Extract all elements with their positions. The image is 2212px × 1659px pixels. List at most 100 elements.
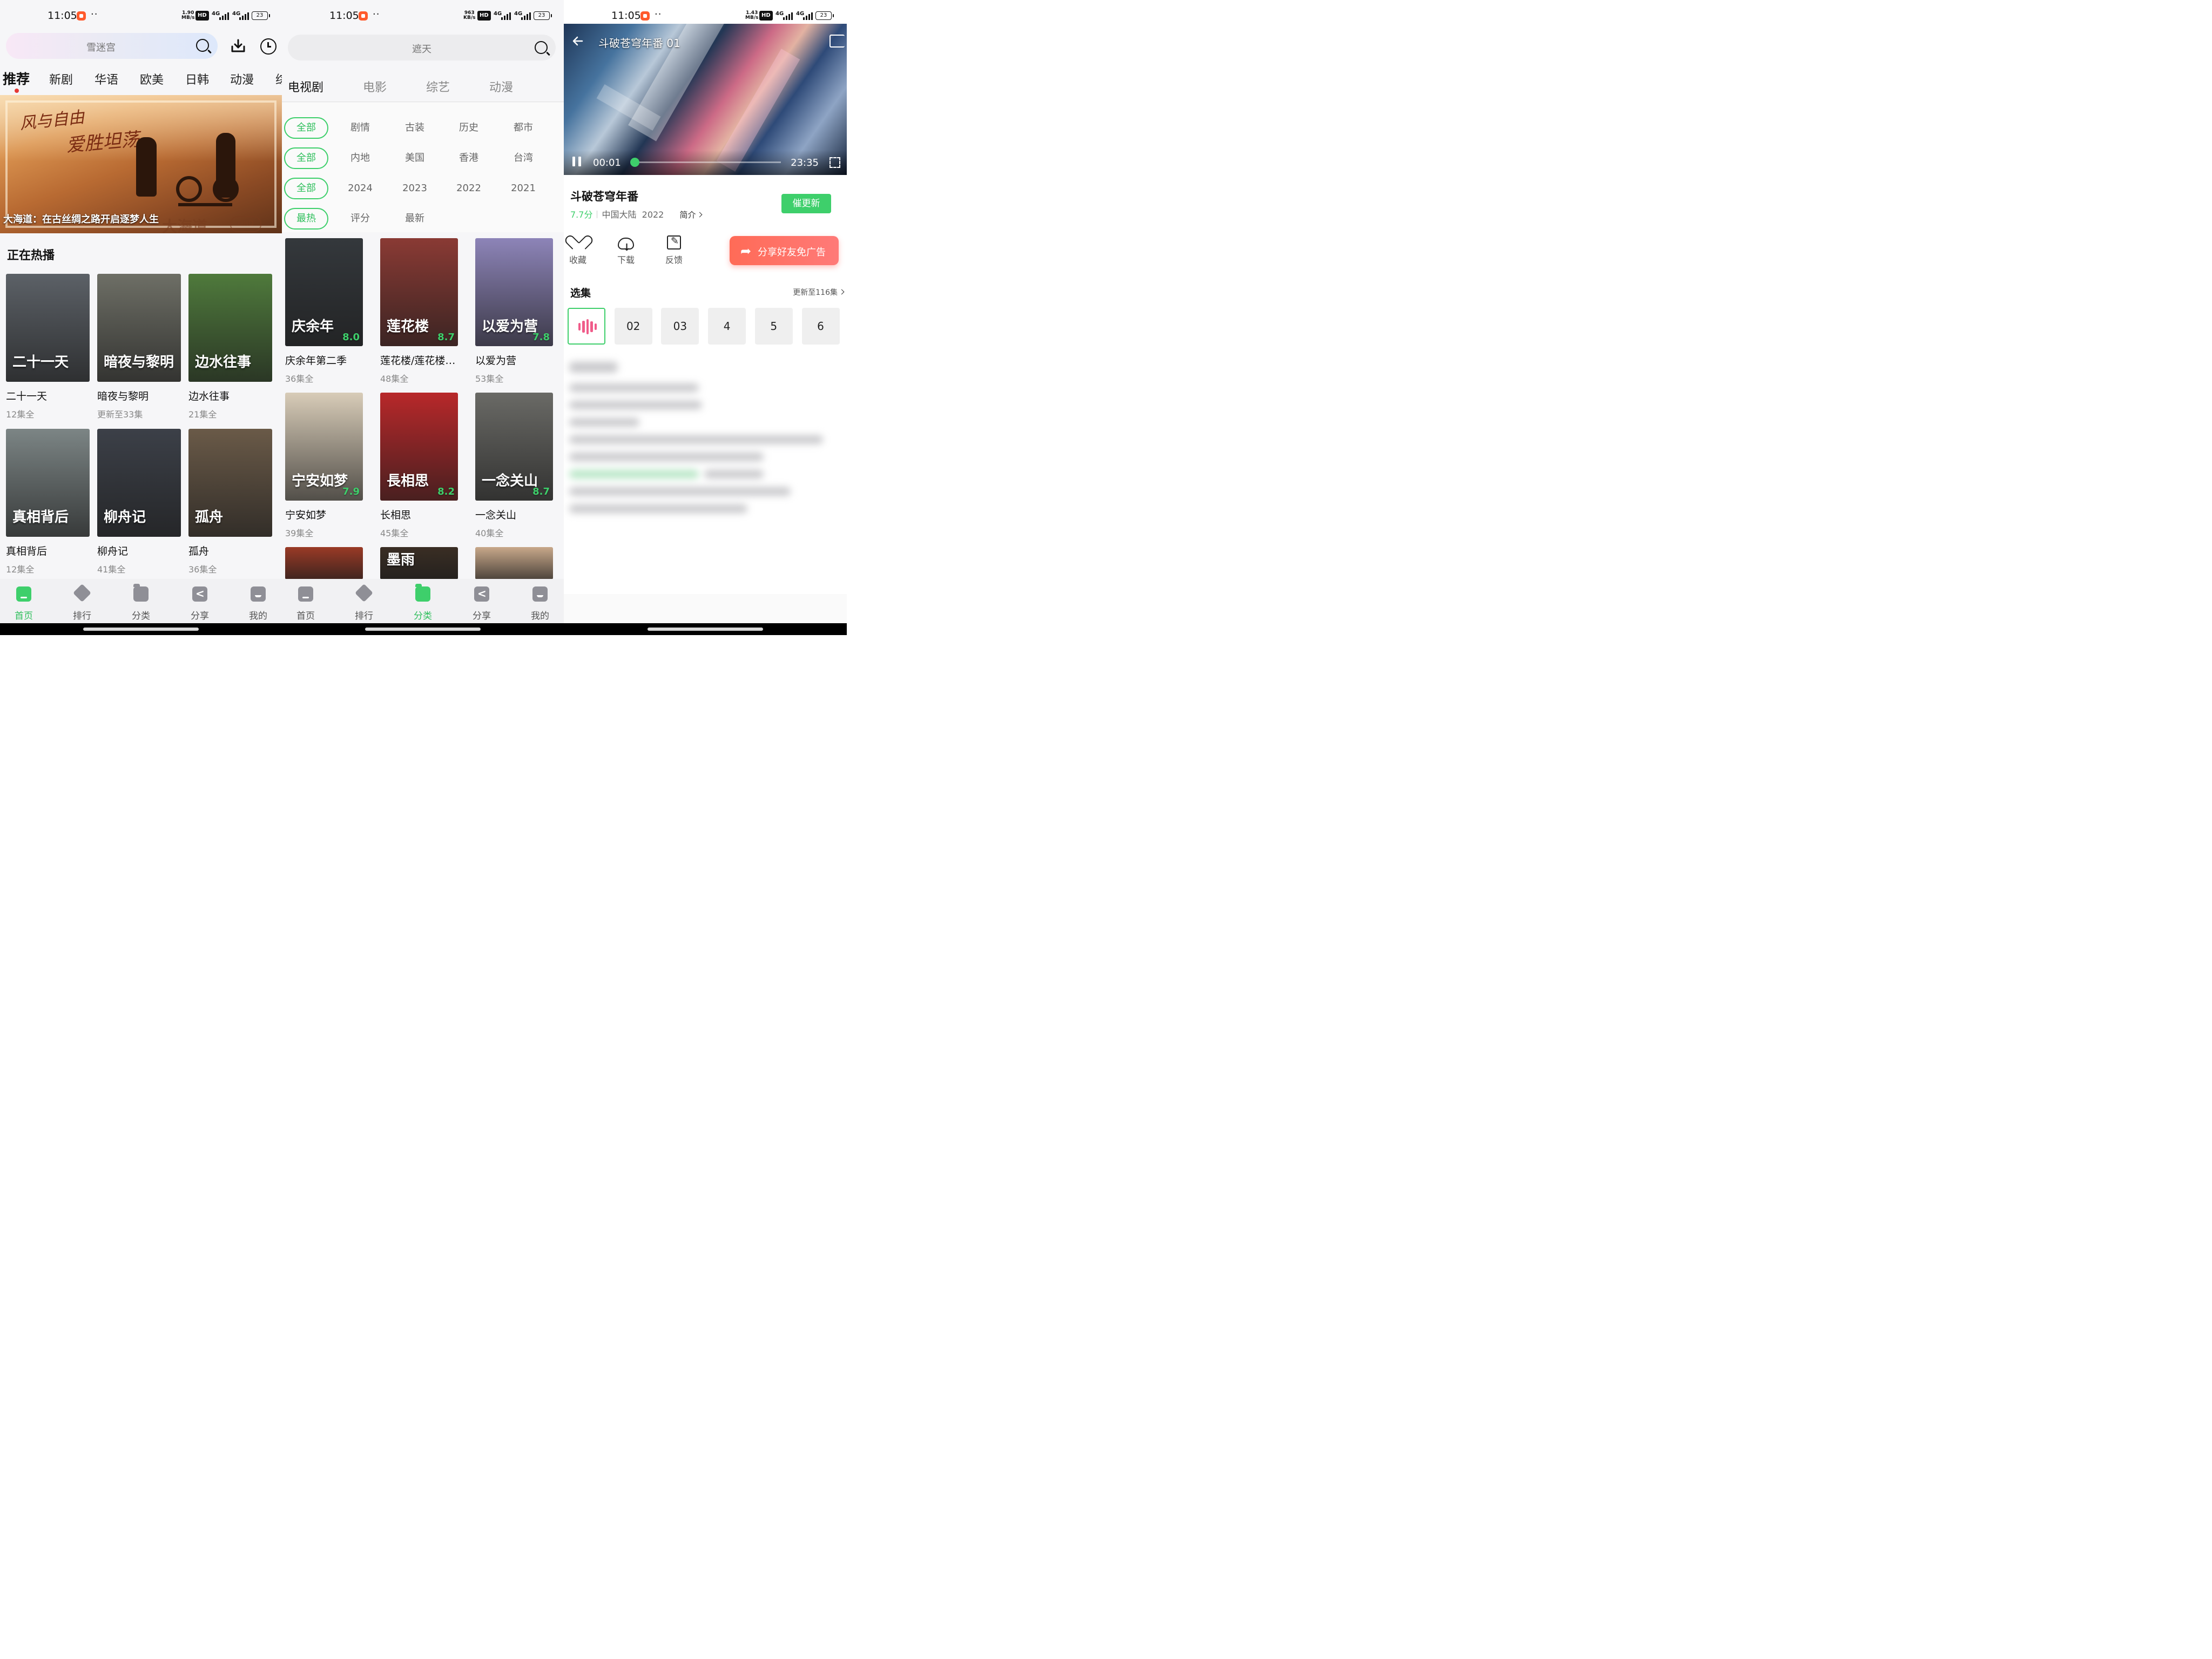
- tab-anime[interactable]: 动漫: [489, 78, 513, 95]
- media-card[interactable]: 庆余年 8.0 庆余年第二季 36集全: [285, 238, 363, 385]
- filter-chip[interactable]: 香港: [447, 147, 491, 169]
- history-clock-icon[interactable]: [260, 38, 276, 55]
- chevron-right-icon: [697, 212, 703, 218]
- card-title: 长相思: [380, 509, 412, 521]
- filter-chip[interactable]: 全部: [284, 147, 328, 169]
- episode-button[interactable]: 02: [614, 308, 652, 345]
- media-card[interactable]: 墨雨: [380, 547, 458, 579]
- urge-update-button[interactable]: 催更新: [781, 194, 831, 213]
- media-card[interactable]: [285, 547, 363, 579]
- fullscreen-icon[interactable]: [830, 157, 840, 168]
- filter-chip[interactable]: 历史: [447, 117, 491, 139]
- tab-western[interactable]: 欧美: [140, 70, 164, 87]
- filter-chip[interactable]: 古装: [393, 117, 437, 139]
- nav-share[interactable]: 分享: [460, 579, 503, 623]
- media-card[interactable]: [475, 547, 553, 579]
- filter-chip[interactable]: 最新: [393, 208, 437, 230]
- media-card[interactable]: 以爱为营 7.8 以爱为营 53集全: [475, 238, 553, 385]
- search-icon[interactable]: [535, 41, 548, 54]
- seek-bar[interactable]: [630, 158, 781, 167]
- nav-home[interactable]: 首页: [284, 579, 327, 623]
- tab-new[interactable]: 新剧: [49, 70, 73, 87]
- poster-image: 真相背后: [6, 429, 90, 537]
- gesture-bar: [282, 623, 564, 635]
- filter-chip[interactable]: 评分: [338, 208, 382, 230]
- signal-bars-icon: [239, 11, 249, 20]
- intro-link[interactable]: 简介: [679, 210, 703, 220]
- media-card[interactable]: 莲花楼 8.7 莲花楼/莲花楼演… 48集全: [380, 238, 458, 385]
- tab-tv-series[interactable]: 电视剧: [288, 78, 323, 95]
- tab-jp-kr[interactable]: 日韩: [185, 70, 209, 87]
- media-card[interactable]: 柳舟记 柳舟记 41集全: [97, 429, 181, 575]
- poster-art-title: 宁安如梦: [292, 473, 348, 489]
- poster-image: 以爱为营 7.8: [475, 238, 553, 346]
- filter-chip[interactable]: 2023: [393, 178, 437, 199]
- media-card[interactable]: 二十一天 二十一天 12集全: [6, 274, 90, 420]
- media-card[interactable]: 孤舟 孤舟 36集全: [188, 429, 272, 575]
- filter-chip[interactable]: 2022: [447, 178, 491, 199]
- media-card[interactable]: 一念关山 8.7 一念关山 40集全: [475, 393, 553, 539]
- filter-chip[interactable]: 最热: [284, 208, 328, 230]
- card-episode-status: 41集全: [97, 564, 126, 575]
- profile-icon: [251, 586, 266, 602]
- detail-screen: 11:05 ·· 1.43 MB/s HD 4G 4G 23 斗破苍穹年番 01 …: [564, 0, 847, 635]
- episode-current[interactable]: [568, 308, 605, 345]
- score-badge: 8.0: [342, 332, 360, 343]
- filter-chip[interactable]: 台湾: [501, 147, 545, 169]
- media-card[interactable]: 边水往事 边水往事 21集全: [188, 274, 272, 420]
- cast-screen-icon[interactable]: [830, 35, 845, 48]
- filter-chip[interactable]: 内地: [338, 147, 382, 169]
- search-bar[interactable]: 雪迷宫: [6, 33, 218, 59]
- download-icon[interactable]: [230, 38, 246, 54]
- filter-chip[interactable]: 剧情: [338, 117, 382, 139]
- episode-button[interactable]: 4: [708, 308, 746, 345]
- nav-rank[interactable]: 排行: [60, 579, 104, 623]
- player-title: 斗破苍穹年番 01: [598, 37, 680, 50]
- media-card[interactable]: 暗夜与黎明 暗夜与黎明 更新至33集: [97, 274, 181, 420]
- section-title-trending: 正在热播: [7, 249, 55, 262]
- filter-chip[interactable]: 2024: [338, 178, 382, 199]
- download-button[interactable]: 下载: [610, 235, 642, 266]
- tab-variety[interactable]: 综艺: [426, 78, 450, 95]
- card-episode-status: 36集全: [188, 564, 217, 575]
- video-player[interactable]: 斗破苍穹年番 01 00:01 23:35: [564, 24, 847, 175]
- episodes-update-link[interactable]: 更新至116集: [793, 287, 845, 298]
- poster-art-title: 二十一天: [12, 354, 69, 370]
- filter-chip[interactable]: 全部: [284, 178, 328, 199]
- media-card[interactable]: 宁安如梦 7.9 宁安如梦 39集全: [285, 393, 363, 539]
- media-card[interactable]: 長相思 8.2 长相思 45集全: [380, 393, 458, 539]
- featured-banner[interactable]: 风与自由 爱胜坦荡 大海道 DHD 大海道：在古丝绸之路开启逐梦人生: [0, 95, 282, 233]
- share-ad-free-button[interactable]: ➦ 分享好友免广告: [730, 236, 839, 265]
- tab-movie[interactable]: 电影: [363, 78, 387, 95]
- tab-chinese[interactable]: 华语: [95, 70, 118, 87]
- nav-profile[interactable]: 我的: [237, 579, 280, 623]
- filter-chip[interactable]: 全部: [284, 117, 328, 139]
- nav-share[interactable]: 分享: [178, 579, 221, 623]
- episode-button[interactable]: 5: [754, 308, 793, 345]
- feedback-button[interactable]: 反馈: [658, 235, 690, 266]
- pause-icon[interactable]: [572, 157, 581, 166]
- seek-handle[interactable]: [630, 158, 639, 167]
- filter-chip[interactable]: 美国: [393, 147, 437, 169]
- episode-button[interactable]: 6: [801, 308, 840, 345]
- battery-icon: 23: [252, 11, 270, 20]
- search-bar[interactable]: 遮天: [288, 35, 556, 60]
- nav-category[interactable]: 分类: [401, 579, 444, 623]
- tab-anime[interactable]: 动漫: [230, 70, 254, 87]
- filter-chip[interactable]: 都市: [501, 117, 545, 139]
- card-title: 一念关山: [475, 509, 517, 521]
- media-card[interactable]: 真相背后 真相背后 12集全: [6, 429, 90, 575]
- nav-profile[interactable]: 我的: [518, 579, 562, 623]
- search-icon[interactable]: [196, 39, 209, 52]
- nav-rank[interactable]: 排行: [342, 579, 386, 623]
- network-speed: 1.90 MB/s: [181, 10, 195, 21]
- tab-recommend[interactable]: 推荐: [3, 69, 30, 88]
- nav-home[interactable]: 首页: [2, 579, 45, 623]
- back-arrow-icon[interactable]: [571, 35, 584, 48]
- diamond-icon: [355, 584, 373, 602]
- filter-chip[interactable]: 2021: [501, 178, 545, 199]
- episode-button[interactable]: 03: [661, 308, 699, 345]
- nav-category[interactable]: 分类: [119, 579, 163, 623]
- favorite-button[interactable]: 收藏: [564, 235, 594, 266]
- tab-variety[interactable]: 综: [275, 70, 282, 87]
